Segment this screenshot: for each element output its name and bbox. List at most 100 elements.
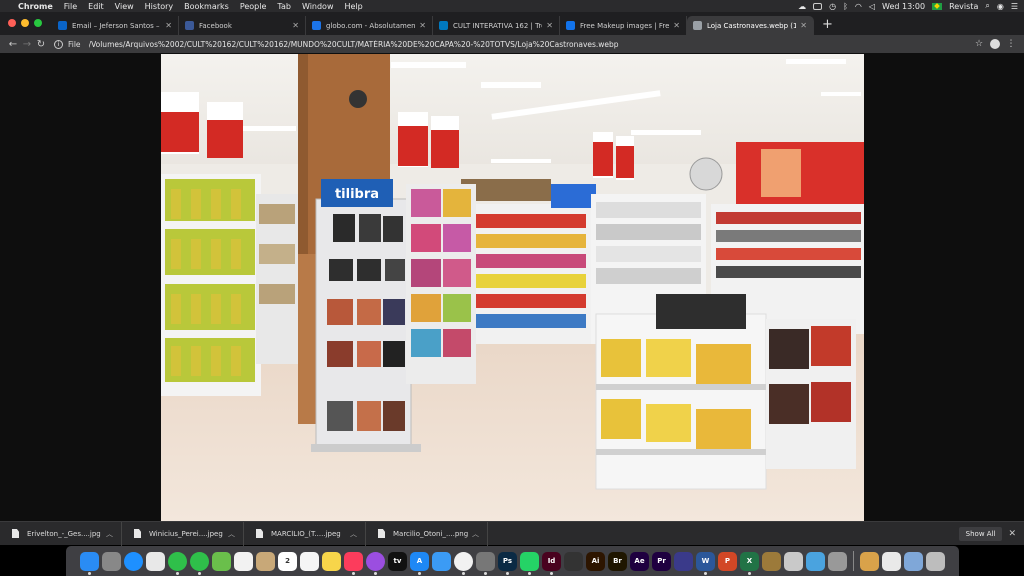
dock-photoshop-icon[interactable]: Ps — [498, 551, 517, 575]
close-tab-icon[interactable]: ✕ — [673, 21, 680, 30]
close-tab-icon[interactable]: ✕ — [165, 21, 172, 30]
address-bar[interactable]: i File /Volumes/Arquivos%2002/CULT%20162… — [54, 37, 966, 51]
dock-podcasts-icon[interactable] — [366, 551, 385, 575]
profile-avatar[interactable] — [990, 39, 1000, 49]
menu-people[interactable]: People — [240, 2, 267, 11]
back-button[interactable]: ← — [6, 39, 20, 50]
zoom-window-button[interactable] — [34, 19, 42, 27]
new-tab-button[interactable]: + — [814, 17, 833, 35]
menu-view[interactable]: View — [115, 2, 134, 11]
user-name[interactable]: Revista — [949, 2, 978, 11]
dock-final-cut-icon[interactable] — [564, 551, 583, 571]
chevron-up-icon[interactable]: ︿ — [472, 529, 479, 539]
download-item[interactable]: MARCÍLIO_(T.....jpeg ︿ — [244, 521, 366, 546]
dock-photos-icon[interactable] — [146, 551, 165, 571]
dock-launchpad-icon[interactable] — [102, 551, 121, 571]
dock-facetime-icon[interactable] — [168, 551, 187, 575]
wifi-icon[interactable]: ◠ — [855, 2, 862, 11]
dock-balloon-app-icon[interactable] — [806, 551, 825, 571]
dock-folder-stack-icon[interactable] — [904, 551, 923, 571]
dock-contacts-icon[interactable] — [256, 551, 275, 571]
close-window-button[interactable] — [8, 19, 16, 27]
dock-powerpoint-icon[interactable]: P — [718, 551, 737, 571]
dock-notes-icon[interactable] — [322, 551, 341, 571]
browser-tab[interactable]: globo.com - Absolutamente tu✕ — [306, 16, 433, 35]
dock-illustrator-icon[interactable]: Ai — [586, 551, 605, 571]
download-item[interactable]: Erivelton_-_Ges....jpg ︿ — [0, 521, 122, 546]
siri-icon[interactable]: ◉ — [997, 2, 1004, 11]
dock-archive-utility-icon[interactable] — [762, 551, 781, 571]
bluetooth-icon[interactable]: ᛒ — [843, 2, 848, 11]
browser-tab[interactable]: Loja Castronaves.webp (1920×✕ — [687, 16, 814, 35]
close-tab-icon[interactable]: ✕ — [419, 21, 426, 30]
chevron-up-icon[interactable]: ︿ — [350, 529, 357, 539]
dock-safari-icon[interactable] — [124, 551, 143, 571]
more-menu-icon[interactable]: ⋮ — [1004, 39, 1018, 49]
dock-whatsapp-icon[interactable] — [520, 551, 539, 575]
download-item[interactable]: Winicius_Perei....jpeg ︿ — [122, 521, 244, 546]
forward-button[interactable]: → — [20, 39, 34, 50]
dock-finder-icon[interactable] — [80, 551, 99, 575]
dock-music-icon[interactable] — [344, 551, 363, 575]
cloud-icon[interactable]: ☁ — [798, 2, 806, 11]
download-item[interactable]: Marcilio_Otoni_....png ︿ — [366, 521, 488, 546]
menu-app-name[interactable]: Chrome — [18, 2, 53, 11]
menu-help[interactable]: Help — [345, 2, 363, 11]
store-photo[interactable]: tilibra — [161, 54, 864, 521]
bookmark-star-icon[interactable]: ☆ — [972, 39, 986, 49]
volume-icon[interactable]: ◁ — [869, 2, 875, 11]
dock-reminders-icon[interactable] — [300, 551, 319, 571]
dock-maps-icon[interactable] — [212, 551, 231, 571]
macos-dock: 2 tv A Ps Id Ai Br Ae Pr W P X — [66, 546, 959, 576]
close-tab-icon[interactable]: ✕ — [800, 21, 807, 30]
chevron-up-icon[interactable]: ︿ — [106, 529, 113, 539]
dock-premiere-icon[interactable]: Pr — [652, 551, 671, 571]
dock-tv-icon[interactable]: tv — [388, 551, 407, 571]
dock-app-store-icon[interactable]: A — [410, 551, 429, 575]
dock-screen-tool-icon[interactable] — [674, 551, 693, 571]
browser-tab[interactable]: Free Makeup images | Freepik✕ — [560, 16, 687, 35]
menu-bookmarks[interactable]: Bookmarks — [184, 2, 229, 11]
browser-tab[interactable]: Facebook ✕ — [179, 16, 306, 35]
menu-edit[interactable]: Edit — [88, 2, 104, 11]
dock-after-effects-icon[interactable]: Ae — [630, 551, 649, 571]
dock-trash-icon[interactable] — [926, 551, 945, 571]
menu-window[interactable]: Window — [302, 2, 334, 11]
dock-preview-icon[interactable] — [784, 551, 803, 571]
dock-calendar-icon[interactable]: 2 — [278, 551, 297, 571]
minimize-window-button[interactable] — [21, 19, 29, 27]
close-shelf-icon[interactable]: ✕ — [1008, 529, 1016, 539]
url-text[interactable]: /Volumes/Arquivos%2002/CULT%20162/CULT%2… — [89, 40, 619, 49]
site-info-icon[interactable]: i — [54, 39, 63, 49]
dock-chrome-icon[interactable] — [454, 551, 473, 575]
download-shelf: Erivelton_-_Ges....jpg ︿ Winicius_Perei.… — [0, 521, 1024, 546]
download-filename: Marcilio_Otoni_....png — [393, 529, 469, 538]
menu-file[interactable]: File — [64, 2, 77, 11]
dock-bridge-icon[interactable]: Br — [608, 551, 627, 571]
dock-uploader-icon[interactable] — [432, 551, 451, 571]
dock-photos-app-icon[interactable] — [234, 551, 253, 571]
dock-indesign-icon[interactable]: Id — [542, 551, 561, 575]
menu-tab[interactable]: Tab — [277, 2, 291, 11]
browser-tab[interactable]: Email – Jeferson Santos – Outl ✕ — [52, 16, 179, 35]
dock-word-icon[interactable]: W — [696, 551, 715, 575]
chevron-up-icon[interactable]: ︿ — [228, 529, 235, 539]
show-all-downloads-button[interactable]: Show All — [958, 526, 1003, 541]
time-machine-icon[interactable]: ◷ — [829, 2, 836, 11]
dock-messages-icon[interactable] — [190, 551, 209, 575]
close-tab-icon[interactable]: ✕ — [292, 21, 299, 30]
close-tab-icon[interactable]: ✕ — [546, 21, 553, 30]
reload-button[interactable]: ↻ — [34, 39, 48, 50]
input-source-flag-icon[interactable] — [932, 2, 943, 10]
screen-share-icon[interactable] — [813, 2, 823, 10]
dock-image-capture-icon[interactable] — [828, 551, 847, 571]
spotlight-search-icon[interactable]: ⌕ — [985, 1, 989, 11]
menu-history[interactable]: History — [145, 2, 173, 11]
browser-tab[interactable]: CULT INTERATIVA 162 | Trello ✕ — [433, 16, 560, 35]
clock[interactable]: Wed 13:00 — [882, 2, 925, 11]
dock-excel-icon[interactable]: X — [740, 551, 759, 575]
notification-center-icon[interactable]: ☰ — [1011, 2, 1018, 11]
dock-system-preferences-icon[interactable] — [476, 551, 495, 575]
dock-documents-stack-icon[interactable] — [882, 551, 901, 571]
dock-downloads-stack-icon[interactable] — [860, 551, 879, 571]
